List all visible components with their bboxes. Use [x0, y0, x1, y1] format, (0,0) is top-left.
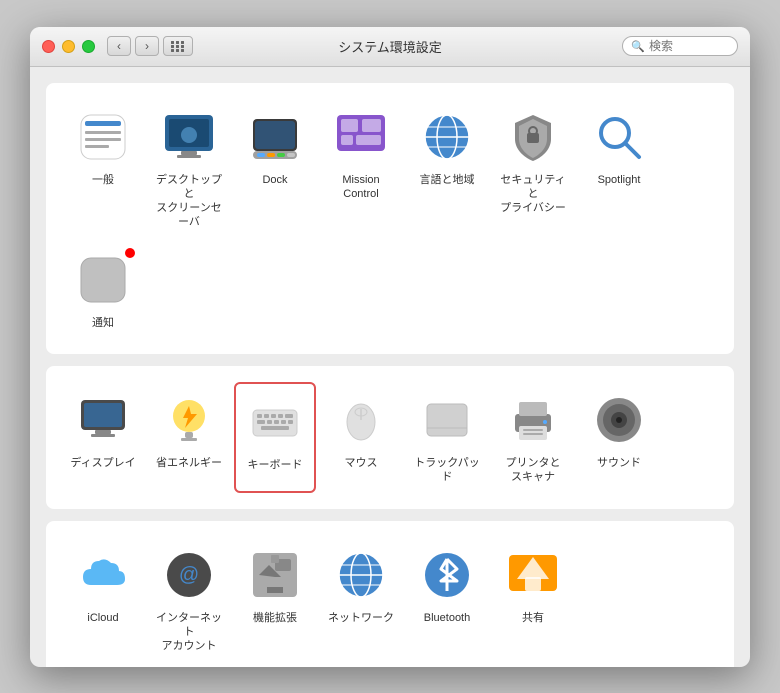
grid-icon: [171, 41, 185, 52]
internet-icon: @: [159, 545, 219, 605]
internet-label: インターネットアカウント: [152, 611, 226, 654]
language-label: 言語と地域: [420, 173, 475, 187]
spotlight-label: Spotlight: [598, 173, 641, 187]
bluetooth-label: Bluetooth: [424, 611, 470, 625]
sound-icon: [589, 390, 649, 450]
dock-label: Dock: [262, 173, 287, 187]
back-button[interactable]: ‹: [107, 36, 131, 56]
grid-view-button[interactable]: [163, 36, 193, 56]
minimize-button[interactable]: [62, 40, 75, 53]
spotlight-icon: [589, 107, 649, 167]
sharing-icon: [503, 545, 563, 605]
nav-buttons: ‹ ›: [107, 36, 159, 56]
dock-icon: [245, 107, 305, 167]
pref-display[interactable]: ディスプレイ: [62, 382, 144, 493]
content-area: 一般 デスクトップとスクリーンセーバ Dock Mi: [30, 67, 750, 667]
pref-general[interactable]: 一般: [62, 99, 144, 238]
display-label: ディスプレイ: [70, 456, 135, 470]
pref-sharing[interactable]: 共有: [492, 537, 574, 662]
section-personal: 一般 デスクトップとスクリーンセーバ Dock Mi: [46, 83, 734, 354]
pref-bluetooth[interactable]: Bluetooth: [406, 537, 488, 662]
pref-network[interactable]: ネットワーク: [320, 537, 402, 662]
traffic-lights: [42, 40, 95, 53]
general-icon: [73, 107, 133, 167]
keyboard-label: キーボード: [248, 458, 303, 472]
pref-trackpad[interactable]: トラックパッド: [406, 382, 488, 493]
pref-mission[interactable]: MissionControl: [320, 99, 402, 238]
trackpad-icon: [417, 390, 477, 450]
notification-badge: [123, 246, 137, 260]
trackpad-label: トラックパッド: [410, 456, 484, 485]
sound-label: サウンド: [597, 456, 641, 470]
main-window: ‹ › システム環境設定 🔍 一般: [30, 27, 750, 667]
printer-label: プリンタとスキャナ: [506, 456, 561, 485]
pref-desktop[interactable]: デスクトップとスクリーンセーバ: [148, 99, 230, 238]
keyboard-icon: [245, 392, 305, 452]
icloud-label: iCloud: [87, 611, 118, 625]
search-icon: 🔍: [631, 40, 645, 53]
pref-keyboard[interactable]: キーボード: [234, 382, 316, 493]
notification-icon: [73, 250, 133, 310]
search-box[interactable]: 🔍: [622, 36, 738, 56]
general-label: 一般: [92, 173, 114, 187]
mission-icon: [331, 107, 391, 167]
pref-security[interactable]: セキュリティとプライバシー: [492, 99, 574, 238]
pref-language[interactable]: 言語と地域: [406, 99, 488, 238]
search-input[interactable]: [649, 39, 729, 53]
energy-icon: [159, 390, 219, 450]
language-icon: [417, 107, 477, 167]
bluetooth-icon: [417, 545, 477, 605]
section-hardware: ディスプレイ 省エネルギー キーボード マウス: [46, 366, 734, 509]
notification-label: 通知: [92, 316, 114, 330]
pref-printer[interactable]: プリンタとスキャナ: [492, 382, 574, 493]
energy-label: 省エネルギー: [156, 456, 222, 470]
pref-extensions[interactable]: 機能拡張: [234, 537, 316, 662]
sharing-label: 共有: [522, 611, 544, 625]
pref-energy[interactable]: 省エネルギー: [148, 382, 230, 493]
printer-icon: [503, 390, 563, 450]
desktop-icon: [159, 107, 219, 167]
pref-spotlight[interactable]: Spotlight: [578, 99, 660, 238]
pref-dock[interactable]: Dock: [234, 99, 316, 238]
display-icon: [73, 390, 133, 450]
desktop-label: デスクトップとスクリーンセーバ: [152, 173, 226, 230]
security-label: セキュリティとプライバシー: [496, 173, 570, 216]
extensions-label: 機能拡張: [253, 611, 297, 625]
titlebar: ‹ › システム環境設定 🔍: [30, 27, 750, 67]
pref-internet[interactable]: @ インターネットアカウント: [148, 537, 230, 662]
mouse-icon: [331, 390, 391, 450]
mission-label: MissionControl: [342, 173, 379, 202]
network-icon: [331, 545, 391, 605]
security-icon: [503, 107, 563, 167]
network-label: ネットワーク: [328, 611, 394, 625]
svg-text:@: @: [179, 564, 199, 586]
icloud-icon: [73, 545, 133, 605]
forward-button[interactable]: ›: [135, 36, 159, 56]
window-title: システム環境設定: [338, 37, 442, 56]
section-internet: iCloud @ インターネットアカウント 機能拡張: [46, 521, 734, 667]
close-button[interactable]: [42, 40, 55, 53]
pref-sound[interactable]: サウンド: [578, 382, 660, 493]
pref-notification[interactable]: 通知: [62, 242, 144, 338]
mouse-label: マウス: [345, 456, 378, 470]
pref-mouse[interactable]: マウス: [320, 382, 402, 493]
extensions-icon: [245, 545, 305, 605]
pref-icloud[interactable]: iCloud: [62, 537, 144, 662]
maximize-button[interactable]: [82, 40, 95, 53]
